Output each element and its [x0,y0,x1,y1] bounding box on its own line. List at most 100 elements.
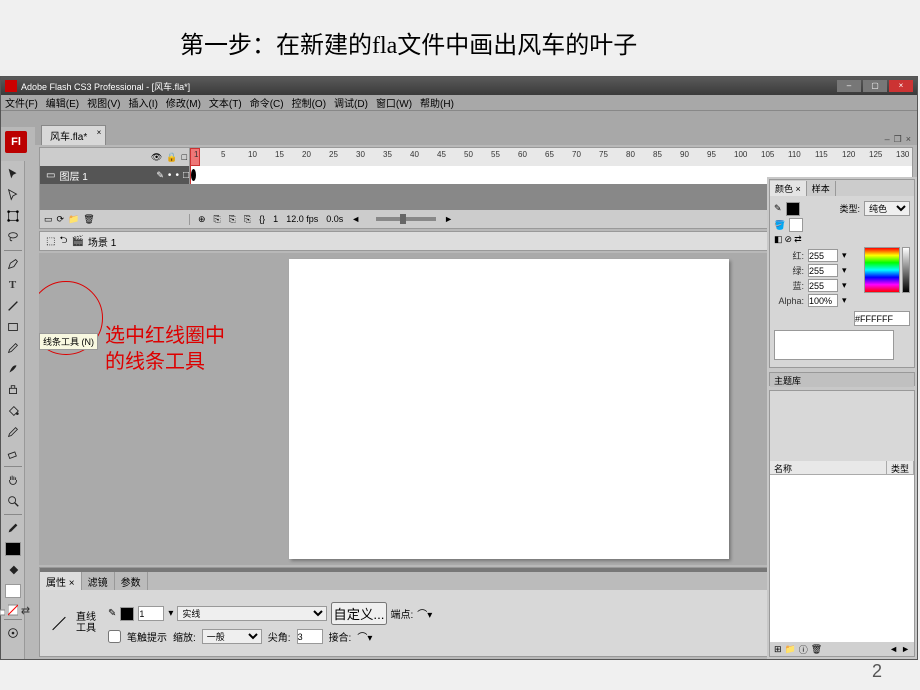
scene-name[interactable]: 场景 1 [88,234,116,249]
menu-help[interactable]: 帮助(H) [420,95,454,110]
doc-close-icon[interactable]: × [906,134,911,145]
stroke-color-value[interactable] [4,540,22,558]
collapsed-panel[interactable]: 主题库 [769,372,915,386]
visibility-header-icon[interactable]: 👁 [151,152,162,163]
doc-minimize-icon[interactable]: – [885,134,890,145]
back-arrow-icon[interactable]: ⮌ [59,233,67,250]
menu-edit[interactable]: 编辑(E) [46,95,79,110]
custom-stroke-button[interactable]: 自定义... [331,602,386,625]
fill-color-box[interactable] [789,218,803,232]
selection-tool[interactable] [4,165,22,183]
document-tab[interactable]: 风车.fla* × [41,125,106,145]
timeline-zoom-slider[interactable] [376,217,436,221]
zoom-tool[interactable] [4,492,22,510]
hand-tool[interactable] [4,471,22,489]
menu-modify[interactable]: 修改(M) [166,95,201,110]
lib-scroll-left-icon[interactable]: ◄ [889,644,898,654]
edit-multi-icon[interactable]: ⎘ [244,214,251,225]
snap-option-icon[interactable] [4,624,22,642]
menu-file[interactable]: 文件(F) [5,95,38,110]
swap-colors-icon[interactable]: ⇄ [21,605,31,615]
swap-icon-r[interactable]: ⇄ [794,234,802,245]
luminance-slider[interactable] [902,247,910,293]
timeline-scroll-left-icon[interactable]: ◄ [351,214,360,224]
library-list[interactable] [770,475,914,642]
no-color-icon[interactable] [8,605,18,615]
join-dropdown[interactable]: ⌒▾ [357,629,372,644]
onion-skin-icon[interactable]: ⎘ [214,214,221,225]
menu-control[interactable]: 控制(O) [292,95,326,110]
tab-close-icon[interactable]: × [97,128,102,137]
timeline-scroll-right-icon[interactable]: ► [444,214,453,224]
maximize-button[interactable]: ▢ [863,80,887,92]
hue-picker[interactable] [864,247,900,293]
ink-bottle-tool[interactable] [4,381,22,399]
stroke-hinting-checkbox[interactable] [108,630,121,643]
properties-lib-icon[interactable]: ⓘ [799,643,808,656]
line-tool[interactable] [4,297,22,315]
stage-canvas[interactable] [289,259,729,559]
fill-color-value[interactable] [4,582,22,600]
bw-default-icon[interactable]: ◧ [774,234,783,245]
no-color-icon-r[interactable]: ⊘ [785,234,793,245]
cap-dropdown[interactable]: ⌒▾ [417,606,432,621]
keyframe-1[interactable] [191,169,196,181]
stroke-color-box[interactable] [786,202,800,216]
new-motion-guide-icon[interactable]: ⟳ [57,214,65,225]
new-folder-lib-icon[interactable]: 📁 [785,644,796,655]
rectangle-tool[interactable] [4,318,22,336]
hex-input[interactable] [854,311,910,326]
delete-layer-icon[interactable]: 🗑 [83,214,94,225]
paint-bucket-tool[interactable] [4,402,22,420]
lib-scroll-right-icon[interactable]: ► [901,644,910,654]
alpha-input[interactable] [808,294,838,307]
pencil-tool[interactable] [4,339,22,357]
pen-tool[interactable] [4,255,22,273]
center-frame-icon[interactable]: ⊕ [198,214,206,225]
eraser-tool[interactable] [4,444,22,462]
green-input[interactable] [808,264,838,277]
g-stepper-icon[interactable]: ▾ [842,265,847,276]
stroke-color-swatch[interactable] [4,519,22,537]
outline-header-icon[interactable]: □ [182,152,187,162]
layer-outline-box[interactable]: □ [183,170,189,181]
delete-lib-icon[interactable]: 🗑 [811,644,822,655]
scale-select[interactable]: 一般 [202,629,262,644]
layer-row[interactable]: ▭ 图层 1 ✎ • • □ [40,166,190,184]
doc-restore-icon[interactable]: ❐ [894,134,902,145]
red-input[interactable] [808,249,838,262]
miter-input[interactable] [297,629,323,644]
tab-filters[interactable]: 滤镜 [82,572,115,591]
minimize-button[interactable]: – [837,80,861,92]
brush-tool[interactable] [4,360,22,378]
lasso-tool[interactable] [4,228,22,246]
menu-window[interactable]: 窗口(W) [376,95,412,110]
tab-color[interactable]: 颜色 × [770,181,807,196]
menu-view[interactable]: 视图(V) [87,95,120,110]
text-tool[interactable]: T [4,276,22,294]
stroke-style-select[interactable]: 实线 [177,606,327,621]
layer-visible-dot[interactable]: • [168,170,172,181]
alpha-stepper-icon[interactable]: ▾ [842,295,847,306]
weight-stepper-icon[interactable]: ▾ [168,608,173,619]
subselection-tool[interactable] [4,186,22,204]
fill-color-swatch[interactable] [4,561,22,579]
tab-swatches[interactable]: 样本 [807,181,836,196]
fill-type-select[interactable]: 纯色 [864,201,910,216]
onion-markers-icon[interactable]: {} [259,214,265,224]
library-col-type[interactable]: 类型 [887,461,914,474]
layer-lock-dot[interactable]: • [175,170,179,181]
new-layer-icon[interactable]: ▭ [44,214,53,225]
eyedropper-tool[interactable] [4,423,22,441]
r-stepper-icon[interactable]: ▾ [842,250,847,261]
black-white-icon[interactable] [0,605,5,615]
tab-properties[interactable]: 属性 × [40,572,82,591]
timeline-ruler[interactable]: 1510152025303540455055606570758085909510… [190,148,912,166]
menu-commands[interactable]: 命令(C) [250,95,284,110]
stroke-color-picker[interactable] [120,607,134,621]
library-col-name[interactable]: 名称 [770,461,887,474]
lock-header-icon[interactable]: 🔒 [166,152,177,163]
stroke-weight-input[interactable] [138,606,164,621]
new-symbol-icon[interactable]: ⊞ [774,644,782,655]
new-folder-icon[interactable]: 📁 [68,214,79,225]
